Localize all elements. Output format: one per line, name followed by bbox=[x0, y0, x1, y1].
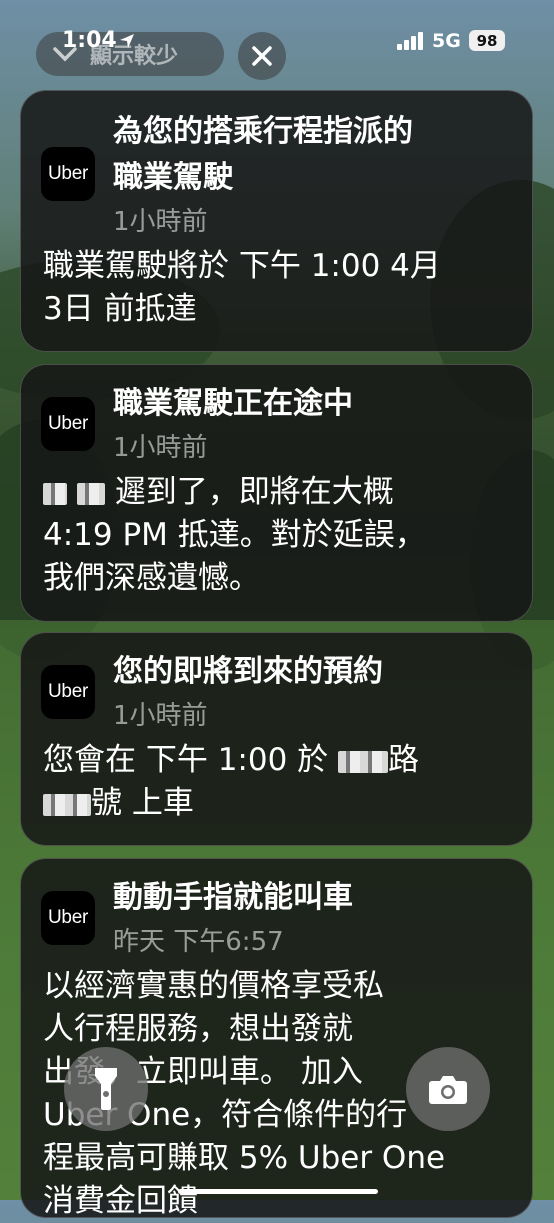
status-bar: 顯示較少 1:04 5G 98 bbox=[0, 0, 554, 80]
redacted-name bbox=[43, 482, 67, 505]
notification-time: 1小時前 bbox=[113, 701, 208, 731]
notification-body: 您會在 下午 1:00 於 路 號 上車 bbox=[43, 742, 420, 821]
network-type: 5G bbox=[432, 30, 461, 52]
close-icon bbox=[252, 46, 272, 66]
notification-title: 您的即將到來的預約 bbox=[113, 654, 383, 689]
notification-time: 1小時前 bbox=[113, 433, 208, 463]
flashlight-button[interactable] bbox=[64, 1047, 148, 1131]
uber-app-icon: Uber bbox=[41, 397, 95, 451]
notification-title: 為您的搭乘行程指派的 職業駕駛 bbox=[113, 114, 413, 195]
uber-app-icon: Uber bbox=[41, 147, 95, 201]
redacted-address bbox=[338, 750, 389, 773]
notification-time: 昨天 下午6:57 bbox=[113, 927, 284, 957]
notification-card[interactable]: Uber 您的即將到來的預約 1小時前 您會在 下午 1:00 於 路 號 上車 bbox=[20, 632, 533, 846]
home-indicator[interactable] bbox=[178, 1189, 378, 1194]
camera-button[interactable] bbox=[406, 1047, 490, 1131]
notification-title: 動動手指就能叫車 bbox=[113, 880, 353, 915]
uber-app-icon: Uber bbox=[41, 891, 95, 945]
redacted-name bbox=[76, 482, 105, 505]
notification-card[interactable]: Uber 為您的搭乘行程指派的 職業駕駛 1小時前 職業駕駛將於 下午 1:00… bbox=[20, 90, 533, 352]
notification-card[interactable]: Uber 職業駕駛正在途中 1小時前 遲到了，即將在大概 4:19 PM 抵達。… bbox=[20, 364, 533, 622]
uber-app-icon: Uber bbox=[41, 665, 95, 719]
notification-card[interactable]: Uber 動動手指就能叫車 昨天 下午6:57 以經濟實惠的價格享受私 人行程服… bbox=[20, 858, 533, 1219]
cellular-signal-icon bbox=[397, 32, 423, 50]
notification-body: 遲到了，即將在大概 4:19 PM 抵達。對於延誤， 我們深感遺憾。 bbox=[43, 474, 426, 596]
clock-time: 1:04 bbox=[62, 28, 117, 53]
notification-body: 職業駕駛將於 下午 1:00 4月 3日 前抵達 bbox=[43, 248, 441, 327]
redacted-address bbox=[43, 793, 91, 816]
notification-time: 1小時前 bbox=[113, 207, 208, 237]
battery-level: 98 bbox=[469, 30, 505, 51]
flashlight-icon bbox=[95, 1068, 117, 1110]
notification-title: 職業駕駛正在途中 bbox=[113, 386, 353, 421]
camera-icon bbox=[429, 1076, 467, 1104]
clear-notifications-button[interactable] bbox=[238, 32, 286, 80]
location-arrow-icon bbox=[120, 34, 134, 48]
